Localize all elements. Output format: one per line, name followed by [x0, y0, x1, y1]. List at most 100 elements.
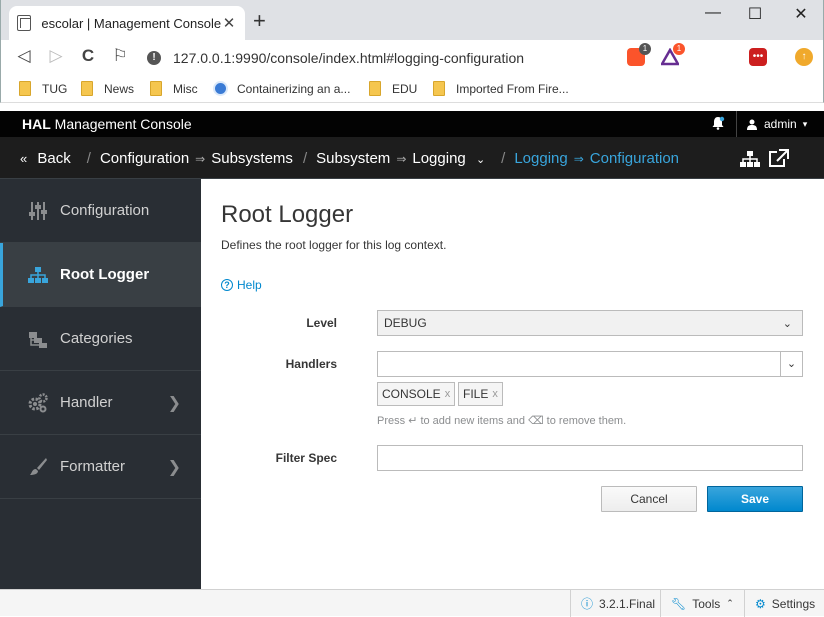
- chevron-down-icon: ⌄: [475, 154, 486, 166]
- sidebar-item-configuration[interactable]: Configuration: [0, 179, 201, 243]
- sitemap-icon: [28, 266, 48, 283]
- user-name: admin: [764, 117, 797, 131]
- breadcrumb-configuration-active: Configuration: [589, 150, 680, 167]
- page-title: Root Logger: [221, 201, 354, 228]
- level-label: Level: [306, 316, 337, 330]
- handlers-input[interactable]: ⌄: [377, 351, 803, 377]
- rewards-badge: 1: [673, 43, 685, 55]
- external-link-icon[interactable]: [769, 149, 789, 167]
- bookmark-imported[interactable]: Imported From Fire...: [433, 81, 569, 96]
- double-chevron-left-icon: «: [20, 151, 28, 166]
- save-button[interactable]: Save: [707, 486, 803, 512]
- tag-label: FILE: [463, 387, 489, 401]
- close-window-button[interactable]: ✕: [781, 4, 821, 24]
- bookmark-misc[interactable]: Misc: [150, 81, 198, 96]
- bookmark-label: Containerizing an a...: [237, 81, 351, 96]
- hal-favicon-icon: [17, 15, 32, 31]
- tools-menu[interactable]: 🔧︎ Tools ⌃: [660, 590, 744, 617]
- site-info-icon[interactable]: !: [147, 50, 161, 65]
- bookmark-edu[interactable]: EDU: [369, 81, 417, 96]
- minimize-button[interactable]: —: [693, 4, 733, 22]
- folder-icon: [369, 81, 381, 96]
- bookmark-label: TUG: [42, 81, 68, 96]
- header-divider: [736, 111, 737, 137]
- settings-label: Settings: [771, 596, 816, 611]
- breadcrumb-logging-dropdown[interactable]: Logging ⌄: [412, 150, 491, 167]
- folders-icon: [29, 331, 47, 348]
- brave-shield-icon[interactable]: 1: [627, 43, 651, 66]
- browser-tab[interactable]: escolar | Management Console ✕: [9, 6, 245, 40]
- remove-tag-icon[interactable]: x: [492, 388, 498, 400]
- gears-icon: [28, 392, 48, 412]
- lastpass-icon[interactable]: •••: [749, 48, 767, 66]
- hal-brand[interactable]: HAL Management Console: [22, 116, 192, 132]
- handlers-hint: Press ↵ to add new items and ⌫ to remove…: [377, 415, 627, 427]
- sliders-icon: [29, 201, 47, 220]
- bookmarks-bar: TUG News Misc Containerizing an a... EDU…: [0, 75, 824, 103]
- bookmark-icon[interactable]: ⚐: [109, 46, 131, 66]
- sidebar-item-root-logger[interactable]: Root Logger: [0, 243, 201, 307]
- breadcrumb-bar: « Back / Configuration ⇒ Subsystems / Su…: [0, 137, 824, 179]
- remove-tag-icon[interactable]: x: [445, 388, 451, 400]
- vertical-nav: Configuration Root Logger Categories Han…: [0, 179, 201, 589]
- cogs-icon: ⚙: [755, 596, 766, 611]
- bookmark-containerizing[interactable]: Containerizing an a...: [213, 81, 350, 96]
- arrow-right-icon: ⇒: [573, 151, 584, 166]
- help-link[interactable]: ? Help: [221, 278, 262, 292]
- bookmark-news[interactable]: News: [81, 81, 134, 96]
- bookmark-label: EDU: [392, 81, 418, 96]
- breadcrumb-subsystems[interactable]: Subsystems: [211, 150, 293, 167]
- level-select[interactable]: DEBUG ⌄: [377, 310, 803, 336]
- docker-icon: [213, 81, 228, 96]
- back-icon[interactable]: ◁: [13, 46, 35, 66]
- brand-bold: HAL: [22, 116, 51, 132]
- folder-icon: [150, 81, 162, 96]
- bookmark-label: News: [104, 81, 135, 96]
- handler-tag-console: CONSOLE x: [377, 382, 456, 406]
- sidebar-item-label: Configuration: [60, 202, 150, 219]
- sidebar-item-label: Root Logger: [60, 266, 150, 283]
- sidebar-item-label: Handler: [60, 394, 113, 411]
- shield-badge: 1: [639, 43, 651, 55]
- new-tab-button[interactable]: +: [253, 10, 266, 32]
- sitemap-icon[interactable]: [740, 151, 760, 167]
- bookmark-label: Imported From Fire...: [456, 81, 569, 96]
- breadcrumb-configuration[interactable]: Configuration: [100, 150, 189, 167]
- cancel-button[interactable]: Cancel: [601, 486, 697, 512]
- sidebar-item-formatter[interactable]: Formatter ❯: [0, 435, 201, 499]
- filter-spec-label: Filter Spec: [275, 451, 337, 465]
- breadcrumb-subsystem[interactable]: Subsystem: [316, 150, 390, 167]
- maximize-button[interactable]: ☐: [735, 4, 775, 24]
- level-value: DEBUG: [384, 316, 427, 330]
- tools-label: Tools: [692, 596, 721, 611]
- chevron-down-icon[interactable]: ⌄: [780, 352, 802, 376]
- filter-spec-input[interactable]: [377, 445, 803, 471]
- brave-rewards-icon[interactable]: 1: [659, 43, 685, 66]
- folder-icon: [19, 81, 31, 96]
- reload-icon[interactable]: C: [77, 46, 99, 66]
- bookmark-tug[interactable]: TUG: [19, 81, 67, 96]
- help-label: Help: [237, 278, 262, 292]
- breadcrumb-separator: /: [501, 150, 506, 167]
- wrench-icon: 🔧︎: [671, 596, 687, 611]
- main-content: Root Logger Defines the root logger for …: [201, 179, 823, 589]
- update-icon[interactable]: ↑: [795, 48, 813, 66]
- version-label: 3.2.1.Final: [599, 596, 656, 611]
- sidebar-item-label: Categories: [60, 330, 133, 347]
- close-tab-icon[interactable]: ✕: [221, 14, 237, 32]
- version-link[interactable]: ⓘ 3.2.1.Final: [570, 590, 655, 617]
- hal-header: HAL Management Console admin ▾: [0, 111, 824, 137]
- folder-icon: [433, 81, 445, 96]
- user-icon: [747, 119, 757, 130]
- arrow-right-icon: ⇒: [396, 151, 407, 166]
- chevron-down-icon: ⌄: [782, 318, 792, 330]
- back-link[interactable]: « Back: [20, 150, 77, 167]
- sidebar-item-categories[interactable]: Categories: [0, 307, 201, 371]
- user-menu[interactable]: admin ▾: [747, 117, 807, 131]
- address-bar[interactable]: ! 127.0.0.1:9990/console/index.html#logg…: [143, 44, 617, 71]
- url-text: 127.0.0.1:9990/console/index.html#loggin…: [173, 49, 525, 66]
- forward-icon[interactable]: ▷: [45, 46, 67, 66]
- sidebar-item-handler[interactable]: Handler ❯: [0, 371, 201, 435]
- settings-link[interactable]: ⚙ Settings: [744, 590, 824, 617]
- notification-bell-icon[interactable]: [711, 116, 725, 130]
